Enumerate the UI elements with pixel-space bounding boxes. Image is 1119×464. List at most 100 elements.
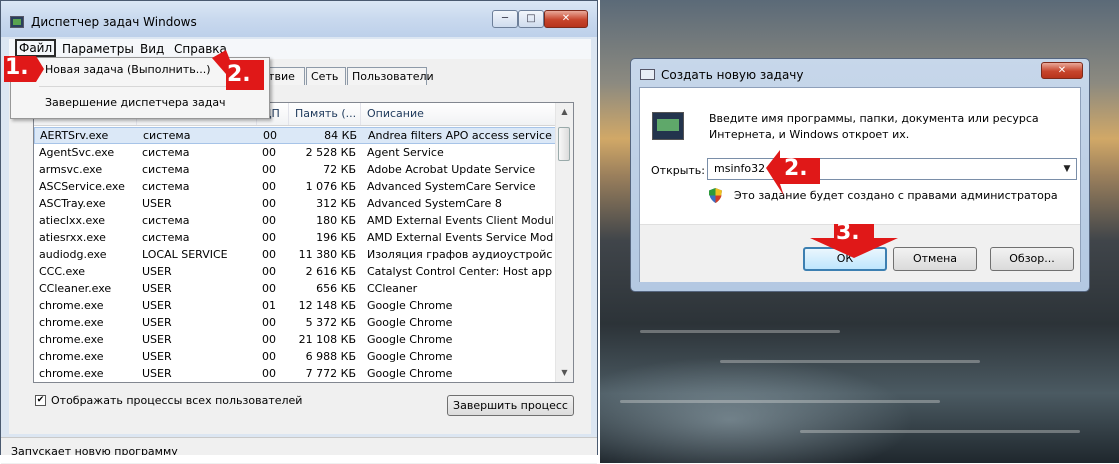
process-name: armsvc.exe xyxy=(39,163,103,176)
process-cpu: 00 xyxy=(262,214,276,227)
tab-network[interactable]: Сеть xyxy=(306,67,346,85)
dialog-close-button[interactable]: ✕ xyxy=(1041,62,1083,79)
process-description: Google Chrome xyxy=(367,367,453,380)
process-cpu: 00 xyxy=(262,197,276,210)
process-description: Catalyst Control Center: Host appl... xyxy=(367,265,553,278)
process-cpu: 00 xyxy=(262,333,276,346)
process-name: CCleaner.exe xyxy=(39,282,112,295)
cancel-button[interactable]: Отмена xyxy=(893,247,977,271)
minimize-button[interactable]: ─ xyxy=(492,10,518,28)
process-user: USER xyxy=(142,367,172,380)
process-user: система xyxy=(142,180,190,193)
table-row[interactable]: CCC.exe USER 00 2 616 КБ Catalyst Control Ce… xyxy=(34,263,557,280)
table-row[interactable]: chrome.exe USER 00 7 772 КБ Google Chrome xyxy=(34,365,557,382)
checkbox-checked-icon[interactable]: ✔ xyxy=(35,395,46,406)
process-cpu: 00 xyxy=(262,231,276,244)
table-row[interactable]: AgentSvc.exe система 00 2 528 КБ Agent Servi… xyxy=(34,144,557,161)
column-header-memory[interactable]: Память (... xyxy=(289,103,361,125)
process-user: LOCAL SERVICE xyxy=(142,248,228,261)
wave-streak xyxy=(800,430,1080,433)
process-cpu: 00 xyxy=(262,316,276,329)
process-user: система xyxy=(142,163,190,176)
process-memory: 21 108 КБ xyxy=(298,333,356,346)
menu-options[interactable]: Параметры xyxy=(59,41,137,57)
scroll-thumb[interactable] xyxy=(558,127,570,161)
process-cpu: 00 xyxy=(262,265,276,278)
process-description: AMD External Events Client Module xyxy=(367,214,553,227)
process-user: USER xyxy=(142,316,172,329)
table-row[interactable]: ASCTray.exe USER 00 312 КБ Advanced SystemCa… xyxy=(34,195,557,212)
process-description: Agent Service xyxy=(367,146,444,159)
process-name: AERTSrv.exe xyxy=(40,129,109,142)
scroll-up-arrow-icon[interactable]: ▲ xyxy=(556,105,573,119)
dialog-title: Создать новую задачу xyxy=(661,68,804,82)
process-description: Google Chrome xyxy=(367,299,453,312)
annotation-step-2-dialog: 2. xyxy=(784,156,808,181)
process-memory: 312 КБ xyxy=(316,197,356,210)
uac-shield-icon xyxy=(709,188,722,203)
close-button[interactable]: ✕ xyxy=(544,10,588,28)
annotation-step-3: 3. xyxy=(836,220,860,245)
show-all-processes-label[interactable]: Отображать процессы всех пользователей xyxy=(51,394,302,407)
title-bar[interactable]: Диспетчер задач Windows ─ □ ✕ xyxy=(1,1,597,37)
process-cpu: 00 xyxy=(262,282,276,295)
process-memory: 7 772 КБ xyxy=(305,367,356,380)
table-row[interactable]: chrome.exe USER 00 5 372 КБ Google Chrome xyxy=(34,314,557,331)
process-cpu: 00 xyxy=(262,350,276,363)
process-name: atiesrxx.exe xyxy=(39,231,106,244)
menu-item-exit[interactable]: Завершение диспетчера задач xyxy=(45,96,226,109)
process-memory: 84 КБ xyxy=(324,129,357,142)
table-row[interactable]: chrome.exe USER 00 21 108 КБ Google Chrome xyxy=(34,331,557,348)
process-user: USER xyxy=(142,350,172,363)
chevron-down-icon[interactable]: ▼ xyxy=(1060,161,1074,177)
process-name: audiodg.exe xyxy=(39,248,107,261)
process-name: chrome.exe xyxy=(39,316,104,329)
process-user: система xyxy=(142,146,190,159)
command-input-value[interactable]: msinfo32 xyxy=(714,162,765,175)
process-name: ASCService.exe xyxy=(39,180,125,193)
process-user: система xyxy=(142,231,190,244)
annotation-step-1: 1. xyxy=(5,55,29,80)
table-row[interactable]: armsvc.exe система 00 72 КБ Adobe Acrobat Up… xyxy=(34,161,557,178)
annotation-step-2-menu: 2. xyxy=(227,62,251,87)
run-dialog-icon xyxy=(640,69,655,80)
dialog-description: Введите имя программы, папки, документа … xyxy=(709,112,1039,141)
process-memory: 6 988 КБ xyxy=(305,350,356,363)
process-user: USER xyxy=(142,282,172,295)
process-user: система xyxy=(143,129,191,142)
process-description: Изоляция графов аудиоустройс... xyxy=(367,248,553,261)
column-header-description[interactable]: Описание xyxy=(361,103,557,125)
process-memory: 72 КБ xyxy=(323,163,356,176)
maximize-button[interactable]: □ xyxy=(518,10,544,28)
table-row[interactable]: chrome.exe USER 01 12 148 КБ Google Chrome xyxy=(34,297,557,314)
menu-view[interactable]: Вид xyxy=(137,41,167,57)
process-user: система xyxy=(142,214,190,227)
process-user: USER xyxy=(142,265,172,278)
vertical-scrollbar[interactable]: ▲ ▼ xyxy=(555,103,573,382)
process-description: Adobe Acrobat Update Service xyxy=(367,163,536,176)
browse-button[interactable]: Обзор... xyxy=(990,247,1074,271)
process-memory: 196 КБ xyxy=(316,231,356,244)
table-row[interactable]: audiodg.exe LOCAL SERVICE 00 11 380 КБ Изоля… xyxy=(34,246,557,263)
table-row[interactable]: AERTSrv.exe система 00 84 КБ Andrea filters … xyxy=(34,127,557,144)
process-description: Google Chrome xyxy=(367,350,453,363)
table-row[interactable]: chrome.exe USER 00 6 988 КБ Google Chrome xyxy=(34,348,557,365)
process-memory: 11 380 КБ xyxy=(298,248,356,261)
table-row[interactable]: CCleaner.exe USER 00 656 КБ CCleaner xyxy=(34,280,557,297)
table-row[interactable]: ASCService.exe система 00 1 076 КБ Advanced … xyxy=(34,178,557,195)
process-name: ASCTray.exe xyxy=(39,197,106,210)
open-command-input[interactable]: msinfo32 ▼ xyxy=(707,158,1077,180)
table-row[interactable]: atiesrxx.exe система 00 196 КБ AMD External … xyxy=(34,229,557,246)
table-row[interactable]: atieclxx.exe система 00 180 КБ AMD External … xyxy=(34,212,557,229)
menu-item-new-task[interactable]: Новая задача (Выполнить...) xyxy=(45,63,211,76)
process-list[interactable]: Имя образа Пользователь ЦП Память (... О… xyxy=(33,102,574,383)
process-memory: 5 372 КБ xyxy=(305,316,356,329)
process-name: chrome.exe xyxy=(39,350,104,363)
end-process-button[interactable]: Завершить процесс xyxy=(447,395,574,416)
process-description: Advanced SystemCare 8 xyxy=(367,197,502,210)
bottom-strip xyxy=(0,455,600,463)
process-memory: 1 076 КБ xyxy=(305,180,356,193)
process-memory: 12 148 КБ xyxy=(298,299,356,312)
tab-users[interactable]: Пользователи xyxy=(347,67,434,85)
scroll-down-arrow-icon[interactable]: ▼ xyxy=(556,366,573,380)
